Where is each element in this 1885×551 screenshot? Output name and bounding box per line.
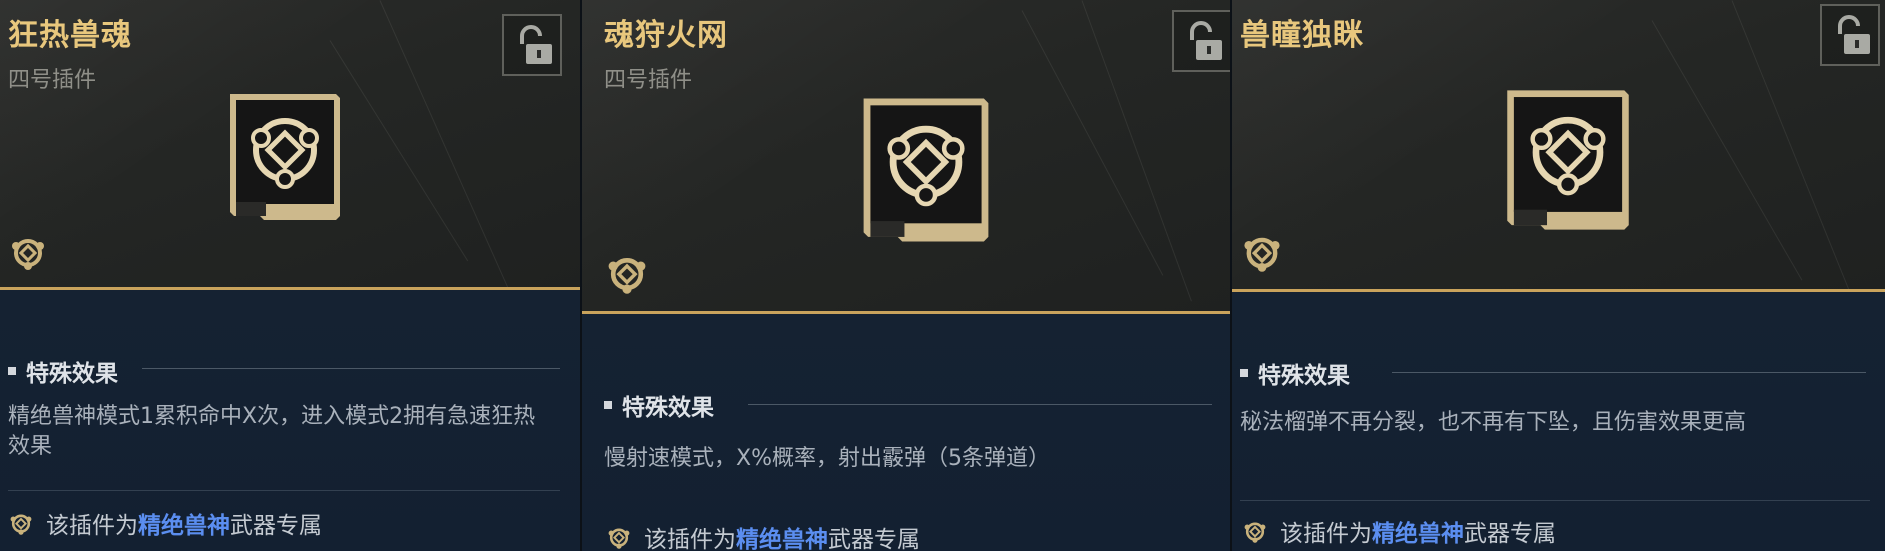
section-title: 特殊效果 xyxy=(622,395,714,421)
effect-description: 秘法榴弹不再分裂，也不再有下坠，且伤害效果更高 xyxy=(1240,410,1747,435)
plugin-slot: 四号插件 xyxy=(8,68,97,93)
triskelion-ring-icon xyxy=(608,528,630,549)
unlock-icon xyxy=(520,25,552,64)
plugin-chip-card[interactable] xyxy=(226,90,344,224)
exclusive-note: 该插件为精绝兽神武器专属 xyxy=(1242,514,1556,548)
exclusive-note: 该插件为精绝兽神武器专属 xyxy=(606,520,920,551)
triskelion-ring-icon xyxy=(10,514,32,535)
section-title: 特殊效果 xyxy=(1258,363,1350,389)
exclusive-prefix: 该插件为 xyxy=(46,513,138,539)
plugin-name: 魂狩火网 xyxy=(604,18,728,53)
lock-toggle-button[interactable] xyxy=(1172,10,1230,72)
section-bullet xyxy=(604,401,612,409)
decorative-line xyxy=(379,0,511,294)
triskelion-ring-icon xyxy=(12,239,44,270)
exclusive-text: 该插件为精绝兽神武器专属 xyxy=(1280,514,1556,548)
divider xyxy=(1240,500,1870,501)
divider xyxy=(8,490,560,491)
section-bullet xyxy=(1240,369,1248,377)
lock-toggle-button[interactable] xyxy=(1820,4,1880,66)
decorative-line xyxy=(1651,20,1803,281)
effect-description: 精绝兽神模式1累积命中X次，进入模式2拥有急速狂热效果 xyxy=(8,404,536,459)
plugin-slot: 四号插件 xyxy=(604,68,693,93)
plugin-panel-2: 魂狩火网 四号插件 特殊效果 慢射速模式，X%概率，射出霰弹（5条弹道） 该插件… xyxy=(580,0,1230,551)
triskelion-ring-icon xyxy=(1244,237,1280,272)
section-rule xyxy=(748,404,1212,405)
panel-body: 特殊效果 精绝兽神模式1累积命中X次，进入模式2拥有急速狂热效果 该插件为精绝兽… xyxy=(0,290,580,551)
plugin-name: 兽瞳独眯 xyxy=(1240,18,1364,53)
plugin-panel-3: 兽瞳独眯 特殊效果 秘法榴弹不再分裂，也不再有下坠，且伤害效果更高 该插件为精绝… xyxy=(1230,0,1885,551)
exclusive-note: 该插件为精绝兽神武器专属 xyxy=(8,506,322,540)
triskelion-ring-icon xyxy=(1244,522,1266,543)
plugin-chip-card[interactable] xyxy=(1496,86,1640,234)
unlock-icon xyxy=(1838,15,1870,54)
lock-toggle-button[interactable] xyxy=(502,14,562,76)
special-effect-header: 特殊效果 xyxy=(1240,356,1350,390)
exclusive-weapon-link[interactable]: 精绝兽神 xyxy=(138,513,230,539)
section-rule xyxy=(1392,372,1866,373)
panel-body: 特殊效果 秘法榴弹不再分裂，也不再有下坠，且伤害效果更高 该插件为精绝兽神武器专… xyxy=(1232,292,1885,551)
panel-body: 特殊效果 慢射速模式，X%概率，射出霰弹（5条弹道） 该插件为精绝兽神武器专属 xyxy=(582,314,1230,551)
panel-header: 魂狩火网 四号插件 xyxy=(582,0,1230,314)
panel-header: 兽瞳独眯 xyxy=(1232,0,1885,298)
exclusive-weapon-link[interactable]: 精绝兽神 xyxy=(1372,521,1464,547)
exclusive-prefix: 该插件为 xyxy=(644,527,736,551)
special-effect-header: 特殊效果 xyxy=(8,354,118,388)
exclusive-suffix: 武器专属 xyxy=(828,527,920,551)
exclusive-suffix: 武器专属 xyxy=(230,513,322,539)
plugin-chip-card[interactable] xyxy=(856,94,996,246)
triskelion-ring-icon xyxy=(608,258,646,294)
decorative-line xyxy=(1021,10,1164,276)
section-bullet xyxy=(8,367,16,375)
exclusive-text: 该插件为精绝兽神武器专属 xyxy=(644,520,920,551)
special-effect-header: 特殊效果 xyxy=(604,388,714,422)
plugin-panel-1: 狂热兽魂 四号插件 特殊效果 精绝兽神模式1累积命中X次，进入模式2拥有急速狂热… xyxy=(0,0,580,551)
exclusive-weapon-link[interactable]: 精绝兽神 xyxy=(736,527,828,551)
plugin-cards-strip: 狂热兽魂 四号插件 特殊效果 精绝兽神模式1累积命中X次，进入模式2拥有急速狂热… xyxy=(0,0,1885,551)
exclusive-prefix: 该插件为 xyxy=(1280,521,1372,547)
section-rule xyxy=(142,368,560,369)
unlock-icon xyxy=(1190,21,1222,60)
exclusive-suffix: 武器专属 xyxy=(1464,521,1556,547)
panel-header: 狂热兽魂 四号插件 xyxy=(0,0,580,294)
plugin-name: 狂热兽魂 xyxy=(8,18,132,53)
section-title: 特殊效果 xyxy=(26,361,118,387)
effect-description: 慢射速模式，X%概率，射出霰弹（5条弹道） xyxy=(604,446,1050,471)
exclusive-text: 该插件为精绝兽神武器专属 xyxy=(46,506,322,540)
